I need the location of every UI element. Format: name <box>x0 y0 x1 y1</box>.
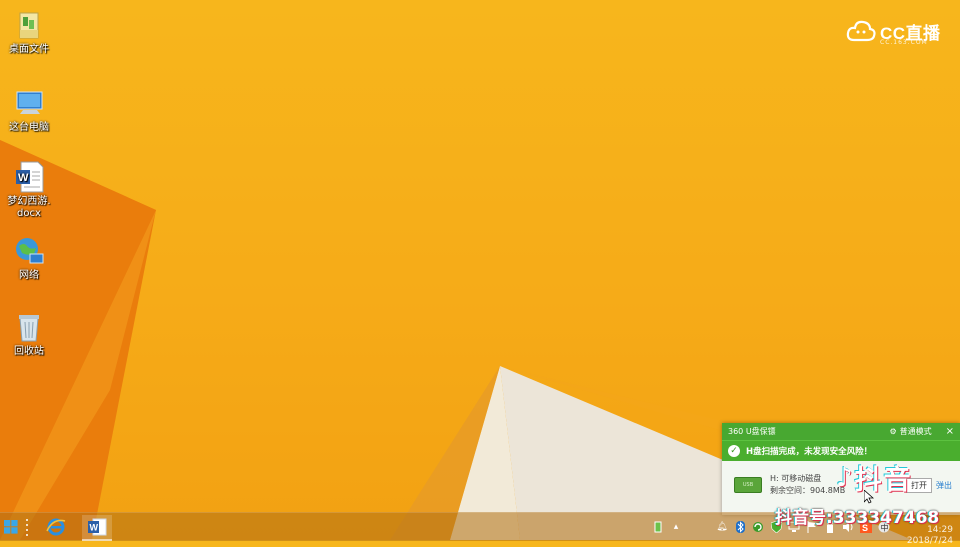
popup-title: 360 U盘保镖 <box>728 427 776 436</box>
svg-text:W: W <box>18 172 29 184</box>
douyin-watermark-logo: ♪ 抖音 <box>836 458 913 497</box>
taskbar-word[interactable]: W <box>82 515 112 541</box>
mode-label: 普通模式 <box>899 427 932 436</box>
grip-icon <box>26 519 28 536</box>
svg-text:W: W <box>90 523 99 533</box>
desktop-icon-label-line2: docx <box>17 208 41 219</box>
desktop-icon-label: 回收站 <box>14 346 44 357</box>
desktop-icon-label: 这台电脑 <box>9 122 49 133</box>
folder-icon <box>19 12 39 39</box>
battery-icon[interactable] <box>652 521 664 533</box>
desktop-icon-label: 梦幻西游. <box>7 196 51 207</box>
mode-selector[interactable]: ⚙ 普通模式 <box>889 426 931 437</box>
desktop-icon-label: 网络 <box>19 270 39 281</box>
task-view-grip[interactable] <box>22 515 32 539</box>
refresh-icon[interactable] <box>752 521 764 533</box>
bluetooth-icon[interactable] <box>734 521 746 533</box>
desktop-icon-docx[interactable]: W 梦幻西游. docx <box>0 160 58 220</box>
usb-drive-icon: USB <box>734 477 762 493</box>
computer-icon <box>16 91 43 114</box>
word-document-icon: W <box>16 161 44 193</box>
popup-titlebar: 360 U盘保镖 ⚙ 普通模式 × <box>722 423 960 440</box>
taskbar-clock[interactable]: 14:29 2018/7/24 <box>895 525 953 547</box>
eject-drive-button[interactable]: 弹出 <box>936 480 952 491</box>
gear-icon: ⚙ <box>889 427 897 436</box>
word-icon: W <box>88 518 107 536</box>
douyin-id-watermark: 抖音号:333347468 <box>775 508 940 528</box>
taskbar-internet-explorer[interactable] <box>42 515 70 539</box>
desktop-icon-folder[interactable]: 桌面文件 <box>0 8 58 56</box>
cc-logo-subtext: CC.163.COM <box>880 39 928 46</box>
mouse-cursor-icon <box>864 490 874 504</box>
cloud-icon <box>846 20 876 42</box>
start-button[interactable] <box>2 515 20 539</box>
scan-result-text: H盘扫描完成，未发现安全风险！ <box>746 447 873 457</box>
desktop-icon-network[interactable]: 网络 <box>0 234 58 282</box>
triangle-icon[interactable]: ▴ <box>670 521 682 533</box>
recycle-bin-icon <box>19 315 39 342</box>
desktop-icon-recycle-bin[interactable]: 回收站 <box>0 310 58 358</box>
close-icon[interactable]: × <box>946 426 954 437</box>
music-note-icon: ♪ <box>836 462 853 493</box>
windows-start-icon <box>4 520 18 534</box>
bell-icon[interactable]: 🔔︎ <box>716 521 728 533</box>
network-icon <box>16 238 44 264</box>
desktop-icon-this-pc[interactable]: 这台电脑 <box>0 86 58 134</box>
internet-explorer-icon <box>46 518 66 536</box>
cc-live-logo: CC直播 CC.163.COM <box>846 18 941 46</box>
check-icon: ✓ <box>728 445 740 457</box>
desktop-icon-label: 桌面文件 <box>9 44 49 55</box>
clock-date: 2018/7/24 <box>906 536 953 546</box>
